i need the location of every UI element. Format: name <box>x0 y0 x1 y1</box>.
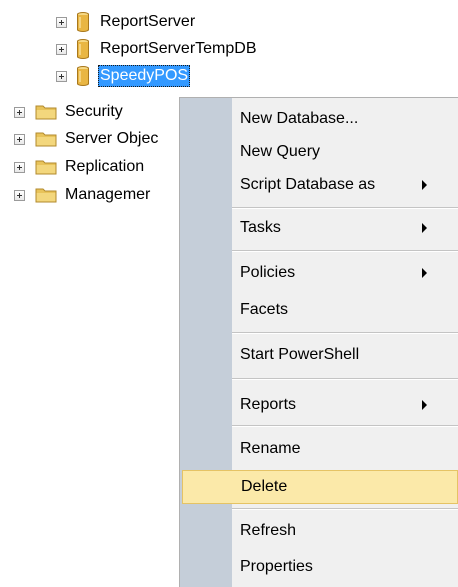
tree-label[interactable]: ReportServer <box>98 11 197 33</box>
menu-item-script-database-as[interactable]: Script Database as <box>182 168 458 202</box>
menu-item-rename[interactable]: Rename <box>182 432 458 466</box>
menu-separator <box>232 378 458 380</box>
menu-item-label: Reports <box>240 396 297 413</box>
tree-label[interactable]: Server Objec <box>63 128 160 150</box>
database-icon <box>77 39 89 59</box>
tree-label-selected[interactable]: SpeedyPOS <box>98 65 191 87</box>
menu-item-label: Delete <box>241 478 288 495</box>
folder-icon <box>35 160 57 175</box>
menu-item-reports[interactable]: Reports <box>182 388 458 422</box>
menu-separator <box>232 508 458 510</box>
expand-icon[interactable] <box>56 70 67 82</box>
folder-icon <box>35 105 57 120</box>
tree-label[interactable]: Security <box>63 101 125 123</box>
menu-separator <box>232 332 458 334</box>
menu-item-label: Tasks <box>240 219 281 236</box>
expand-icon[interactable] <box>14 106 25 118</box>
submenu-arrow-icon <box>422 180 427 190</box>
menu-item-delete[interactable]: Delete <box>182 470 458 504</box>
tree-label[interactable]: ReportServerTempDB <box>98 38 259 60</box>
tree-node-security[interactable]: Security <box>14 100 125 124</box>
menu-item-tasks[interactable]: Tasks <box>182 211 458 245</box>
submenu-arrow-icon <box>422 400 427 410</box>
tree-node-speedypos[interactable]: SpeedyPOS <box>56 64 191 88</box>
menu-item-new-query[interactable]: New Query <box>182 135 458 169</box>
submenu-arrow-icon <box>422 268 427 278</box>
menu-separator <box>232 250 458 252</box>
expand-icon[interactable] <box>14 133 25 145</box>
submenu-arrow-icon <box>422 223 427 233</box>
menu-item-refresh[interactable]: Refresh <box>182 514 458 548</box>
menu-item-label: Facets <box>240 301 289 318</box>
menu-item-new-database[interactable]: New Database... <box>182 102 458 136</box>
menu-item-policies[interactable]: Policies <box>182 256 458 290</box>
menu-item-label: Refresh <box>240 522 297 539</box>
menu-item-facets[interactable]: Facets <box>182 293 458 327</box>
expand-icon[interactable] <box>56 16 67 28</box>
menu-item-start-powershell[interactable]: Start PowerShell <box>182 338 458 372</box>
database-icon <box>77 12 89 32</box>
menu-item-label: Policies <box>240 264 296 281</box>
menu-item-label: New Query <box>240 143 321 160</box>
tree-label[interactable]: Managemer <box>63 184 152 206</box>
menu-item-label: Start PowerShell <box>240 346 360 363</box>
menu-item-label: Properties <box>240 558 313 575</box>
menu-item-label: New Database... <box>240 110 359 127</box>
tree-node-reportservertempdb[interactable]: ReportServerTempDB <box>56 37 259 61</box>
expand-icon[interactable] <box>56 43 67 55</box>
tree-node-reportserver[interactable]: ReportServer <box>56 10 197 34</box>
folder-icon <box>35 132 57 147</box>
tree-node-replication[interactable]: Replication <box>14 155 146 179</box>
tree-label[interactable]: Replication <box>63 156 146 178</box>
menu-item-label: Rename <box>240 440 301 457</box>
menu-separator <box>232 425 458 427</box>
tree-node-management[interactable]: Managemer <box>14 183 152 207</box>
expand-icon[interactable] <box>14 161 25 173</box>
database-icon <box>77 66 89 86</box>
menu-separator <box>232 207 458 209</box>
folder-icon <box>35 188 57 203</box>
menu-item-properties[interactable]: Properties <box>182 550 458 584</box>
context-menu: New Database... New Query Script Databas… <box>179 97 458 587</box>
menu-item-label: Script Database as <box>240 176 376 193</box>
tree-node-server-objects[interactable]: Server Objec <box>14 127 160 151</box>
expand-icon[interactable] <box>14 189 25 201</box>
